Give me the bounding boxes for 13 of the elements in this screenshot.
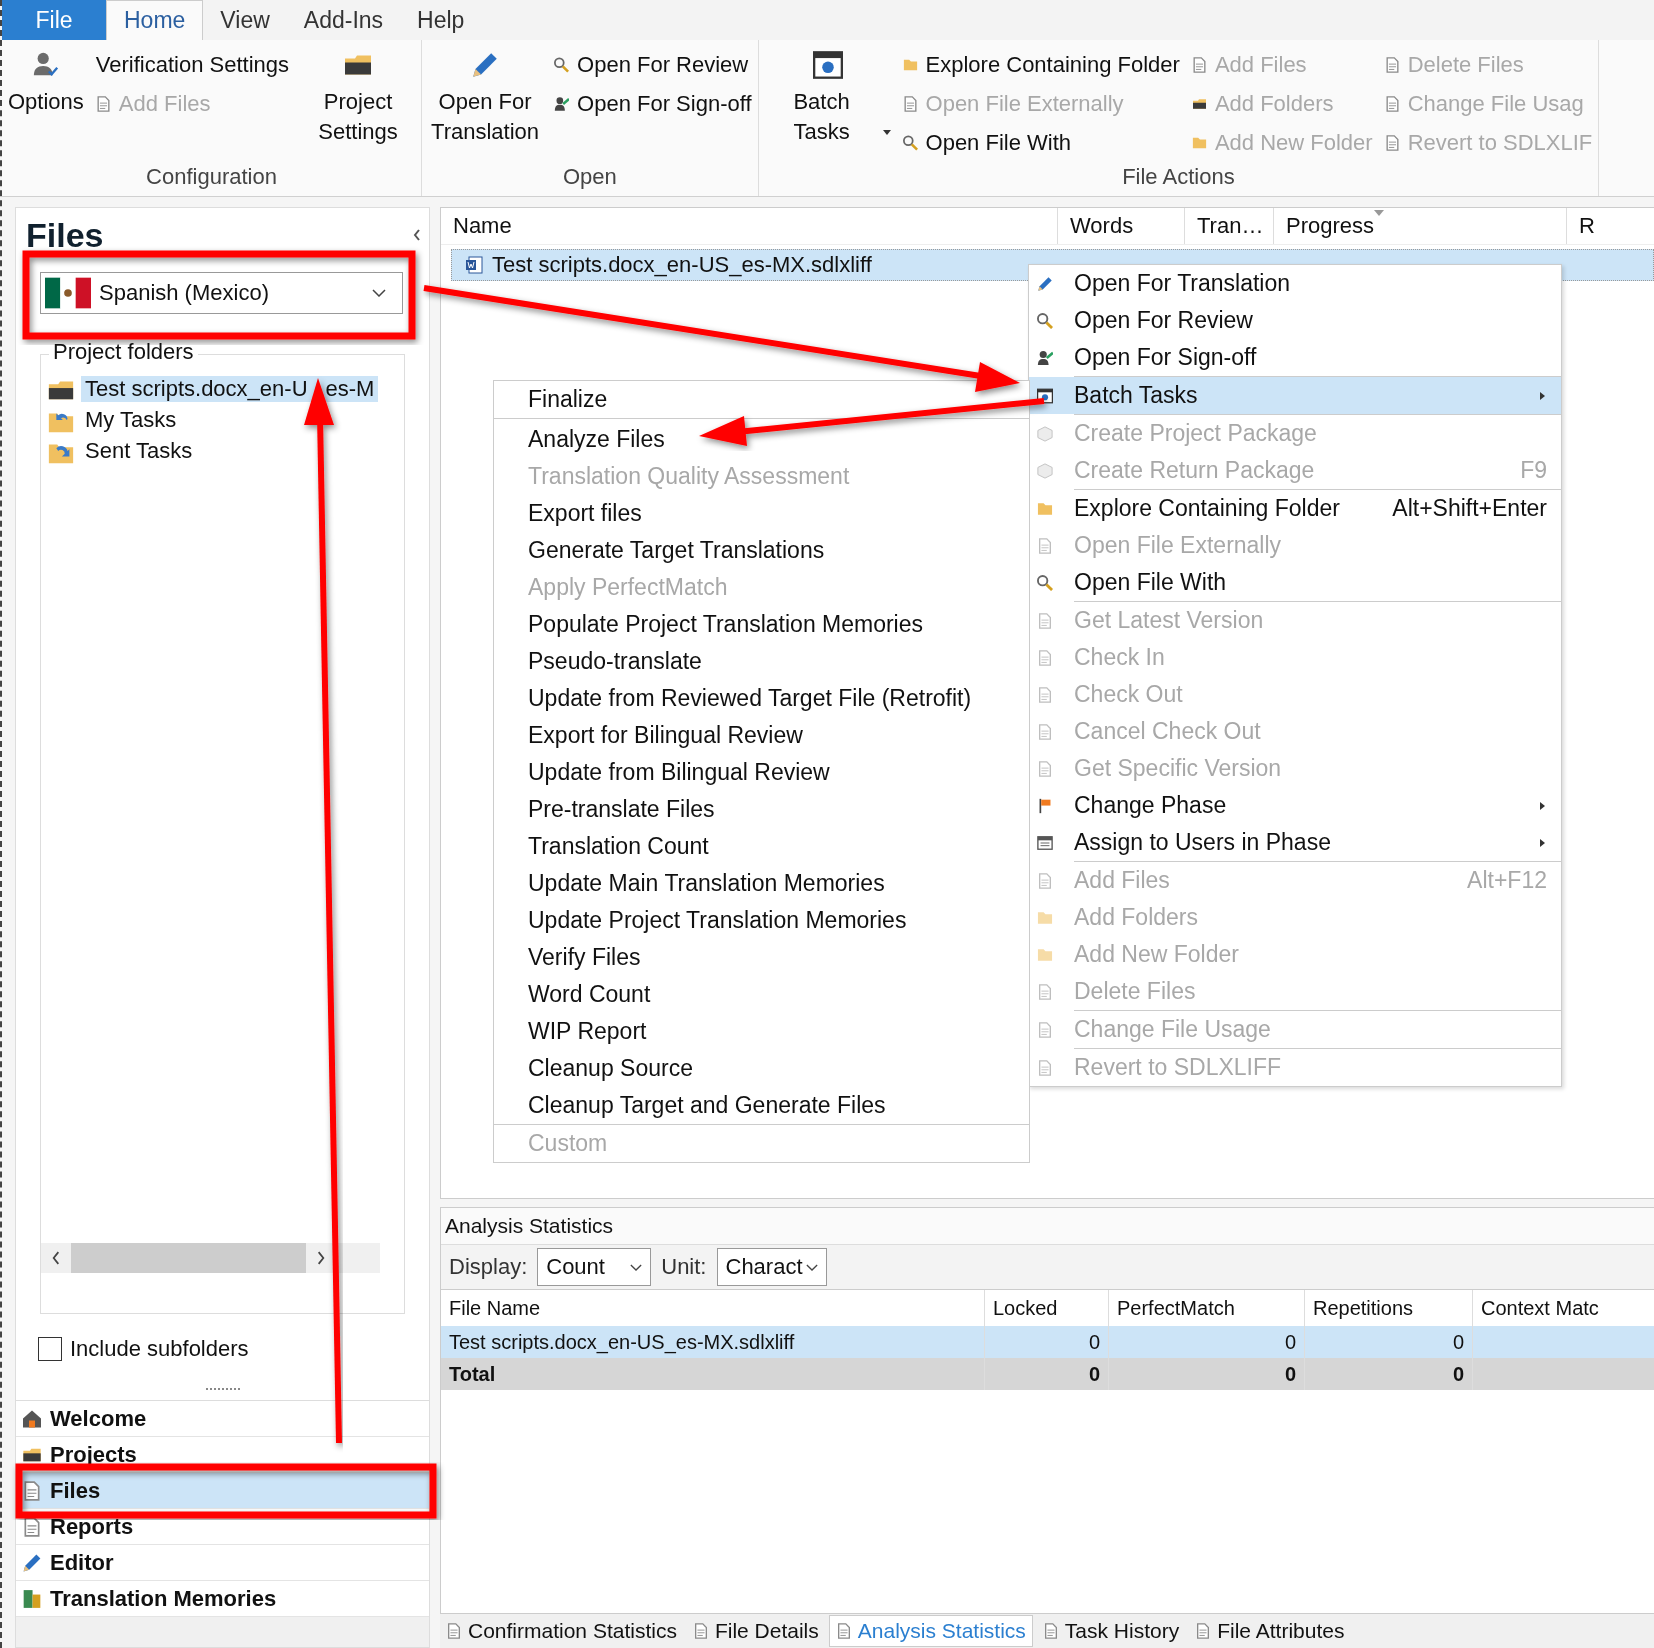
panel-title: Analysis Statistics [441, 1208, 1654, 1245]
table-cell: Total [441, 1358, 985, 1390]
field-label: Unit: [661, 1254, 707, 1280]
field-label: Display: [449, 1254, 528, 1280]
file-name: Test scripts.docx_en-US_es-MX.sdlxliff [492, 252, 872, 278]
checkbox-label: Include subfolders [70, 1336, 249, 1362]
group-label: Configuration [145, 163, 278, 191]
table-cell: 0 [1109, 1358, 1305, 1390]
group-label: Open [561, 163, 618, 191]
group-label: File Actions [1121, 163, 1236, 191]
panel-title: Files [26, 215, 104, 255]
table-cell: 0 [985, 1358, 1109, 1390]
table-cell: 0 [1305, 1358, 1473, 1390]
